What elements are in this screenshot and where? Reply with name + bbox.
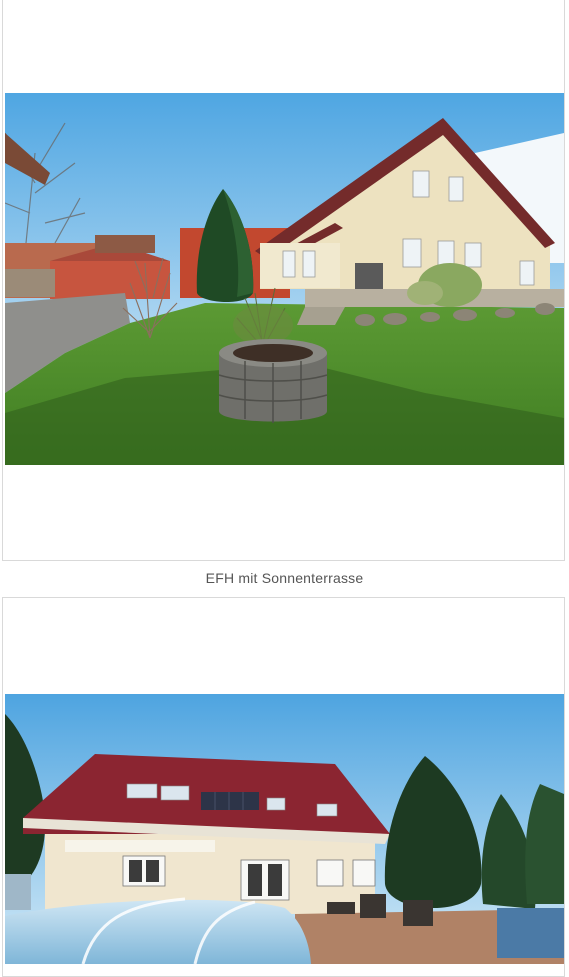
gallery-card-1 — [2, 0, 565, 561]
house-pool-image — [5, 694, 564, 964]
house-pool-photo[interactable] — [5, 694, 564, 964]
gallery-card-2 — [2, 597, 565, 977]
house-garden-photo[interactable] — [5, 93, 564, 465]
house-garden-image — [5, 93, 564, 465]
photo-caption: EFH mit Sonnenterrasse — [205, 570, 364, 586]
